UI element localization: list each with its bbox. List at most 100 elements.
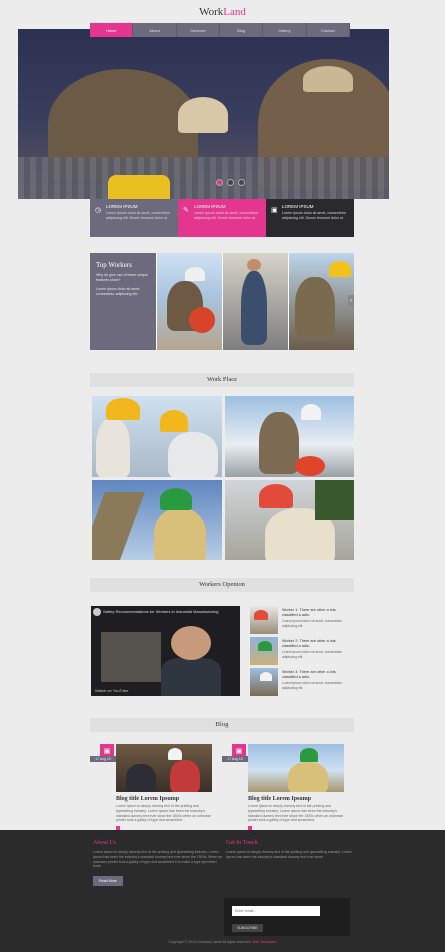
slider-dots: [216, 179, 245, 186]
blog-image[interactable]: [116, 744, 212, 792]
next-arrow-icon[interactable]: ›: [348, 295, 354, 307]
blog-body: Blog title Lorem Ipsump Lorem Ipsum is s…: [116, 796, 212, 831]
helmet-yellow: [106, 398, 140, 420]
hero-roof: [18, 157, 389, 199]
helmet-green: [300, 748, 318, 762]
workers-opinion-title: Workers Openion: [90, 578, 354, 592]
worker-photo[interactable]: ›: [288, 253, 354, 350]
blog-image[interactable]: [248, 744, 344, 792]
blog-post-title[interactable]: Blog title Lorem Ipsump: [248, 796, 344, 802]
opinion-text: Lorem ipsum dolor sit amet, consectetur …: [282, 681, 343, 690]
page: WorkLand Home About Services Blog Gallery Con…: [0, 0, 445, 952]
worker-figure: [295, 277, 335, 337]
slider-dot[interactable]: [227, 179, 234, 186]
nav-item-services[interactable]: Services: [177, 23, 220, 37]
footer-contact-title: Get In Touch: [226, 840, 258, 846]
video-title[interactable]: Safety Recommendations for Workers in In…: [103, 609, 219, 614]
helmet-green: [258, 641, 272, 651]
blog-date: 17 Aug 15: [90, 756, 116, 762]
hero-slider: [18, 29, 389, 199]
top-workers-intro: Top Workers Why do give use of these uni…: [90, 253, 156, 350]
worker-figure: [126, 764, 156, 792]
opinion-item: Worker 2: There are other a lots classif…: [250, 637, 354, 665]
opinion-thumb: [250, 606, 278, 634]
channel-avatar-icon: [93, 608, 101, 616]
gallery-photo[interactable]: [224, 396, 354, 477]
video-machine: [101, 632, 161, 682]
email-field[interactable]: [232, 906, 320, 916]
feature-text: Lorem ipsum dolor sit amet, consectetur …: [282, 211, 346, 220]
clock-icon: ◷: [95, 207, 102, 214]
worker-photo[interactable]: [156, 253, 222, 350]
main-nav: Home About Services Blog Gallery Contact: [90, 23, 350, 37]
slider-dot[interactable]: [216, 179, 223, 186]
worker-figure: [288, 762, 328, 792]
helmet-yellow: [329, 261, 351, 277]
opinion-text: Lorem ipsum dolor sit amet, consectetur …: [282, 619, 343, 628]
feature-title: LOREM IPSUM: [194, 204, 226, 209]
helmet-white: [168, 748, 182, 760]
nav-item-about[interactable]: About: [133, 23, 177, 37]
gallery-photo[interactable]: [224, 479, 354, 560]
video-player[interactable]: Safety Recommendations for Workers in In…: [91, 606, 240, 696]
footer-contact-text: Lorem Ipsum is simply dummy text of the …: [226, 850, 352, 859]
feature-box: ✎ LOREM IPSUM Lorem ipsum dolor sit amet…: [178, 199, 266, 237]
feature-text: Lorem ipsum dolor sit amet, consectetur …: [106, 211, 170, 220]
blog-post-title[interactable]: Blog title Lorem Ipsump: [116, 796, 212, 802]
opinion-thumb: [250, 637, 278, 665]
blog-body: Blog title Lorem Ipsump Lorem Ipsum is s…: [248, 796, 344, 831]
feature-box: ▣ LOREM IPSUM Lorem ipsum dolor sit amet…: [266, 199, 354, 237]
nav-item-gallery[interactable]: Gallery: [263, 23, 307, 37]
feature-title: LOREM IPSUM: [106, 204, 138, 209]
video-person: [161, 658, 221, 696]
blog-card: ▣ 17 Aug 15 Blog title Lorem Ipsump Lore…: [222, 744, 344, 831]
footer-about: About Us Lorem Ipsum is simply dummy tex…: [93, 840, 223, 887]
subscribe-box: SUBSCRIBE: [224, 898, 350, 936]
worker-photo[interactable]: [222, 253, 288, 350]
footer-about-text: Lorem Ipsum is simply dummy text of the …: [93, 850, 223, 869]
saw-blade: [294, 456, 325, 476]
nav-item-contact[interactable]: Contact: [307, 23, 350, 37]
read-more-button[interactable]: Read More: [93, 876, 123, 887]
saw-blade: [189, 307, 215, 333]
top-workers-section: Top Workers Why do give use of these uni…: [90, 253, 354, 350]
timber: [92, 491, 145, 560]
subscribe-button[interactable]: SUBSCRIBE: [232, 924, 263, 932]
opinion-text-block: Worker 3: There are other a lots classif…: [278, 668, 354, 696]
helmet-white: [185, 267, 205, 281]
blog-post-text: Lorem Ipsum is simply dummy text of the …: [116, 804, 212, 823]
opinion-item: Worker 1: There are other a lots classif…: [250, 606, 354, 634]
slider-dot[interactable]: [238, 179, 245, 186]
briefcase-icon: ▣: [271, 207, 278, 214]
nav-item-home[interactable]: Home: [90, 23, 134, 37]
opinion-text-block: Worker 2: There are other a lots classif…: [278, 637, 354, 665]
video-face: [171, 626, 211, 660]
blog-post-text: Lorem Ipsum is simply dummy text of the …: [248, 804, 344, 823]
hero-saw: [108, 175, 170, 199]
wrench-icon: ✎: [183, 207, 189, 214]
helmet-white: [260, 672, 272, 681]
top-workers-text: Lorem ipsum dolor sit amet, consectetur …: [96, 287, 141, 296]
opinion-text-block: Worker 1: There are other a lots classif…: [278, 606, 354, 634]
opinion-thumb: [250, 668, 278, 696]
opinion-title: Worker 3: There are other a lots classif…: [282, 670, 336, 679]
youtube-link[interactable]: Watch on YouTube: [95, 688, 129, 693]
worker-figure: [96, 418, 130, 477]
hero-helmet-left: [178, 97, 228, 133]
nav-item-blog[interactable]: Blog: [220, 23, 264, 37]
worker-figure: [168, 432, 218, 477]
gallery-photo[interactable]: [92, 479, 222, 560]
opinion-list: Worker 1: There are other a lots classif…: [250, 606, 354, 699]
logo-accent-text: Land: [223, 6, 246, 18]
worker-figure: [170, 760, 200, 792]
top-workers-text: Why do give use of these unique features…: [96, 273, 149, 282]
footer-about-title: About Us: [93, 840, 117, 846]
site-logo[interactable]: WorkLand: [0, 6, 445, 18]
copyright-text: Copyright © 2015 Company name All rights…: [168, 940, 252, 944]
helmet-red: [254, 610, 268, 620]
opinion-text: Lorem ipsum dolor sit amet, consectetur …: [282, 650, 343, 659]
footer-contact: Get In Touch Lorem Ipsum is simply dummy…: [226, 840, 356, 860]
copyright-link[interactable]: Web Templates: [252, 940, 276, 944]
work-place-title: Work Place: [90, 373, 354, 387]
gallery-photo[interactable]: [92, 396, 222, 477]
